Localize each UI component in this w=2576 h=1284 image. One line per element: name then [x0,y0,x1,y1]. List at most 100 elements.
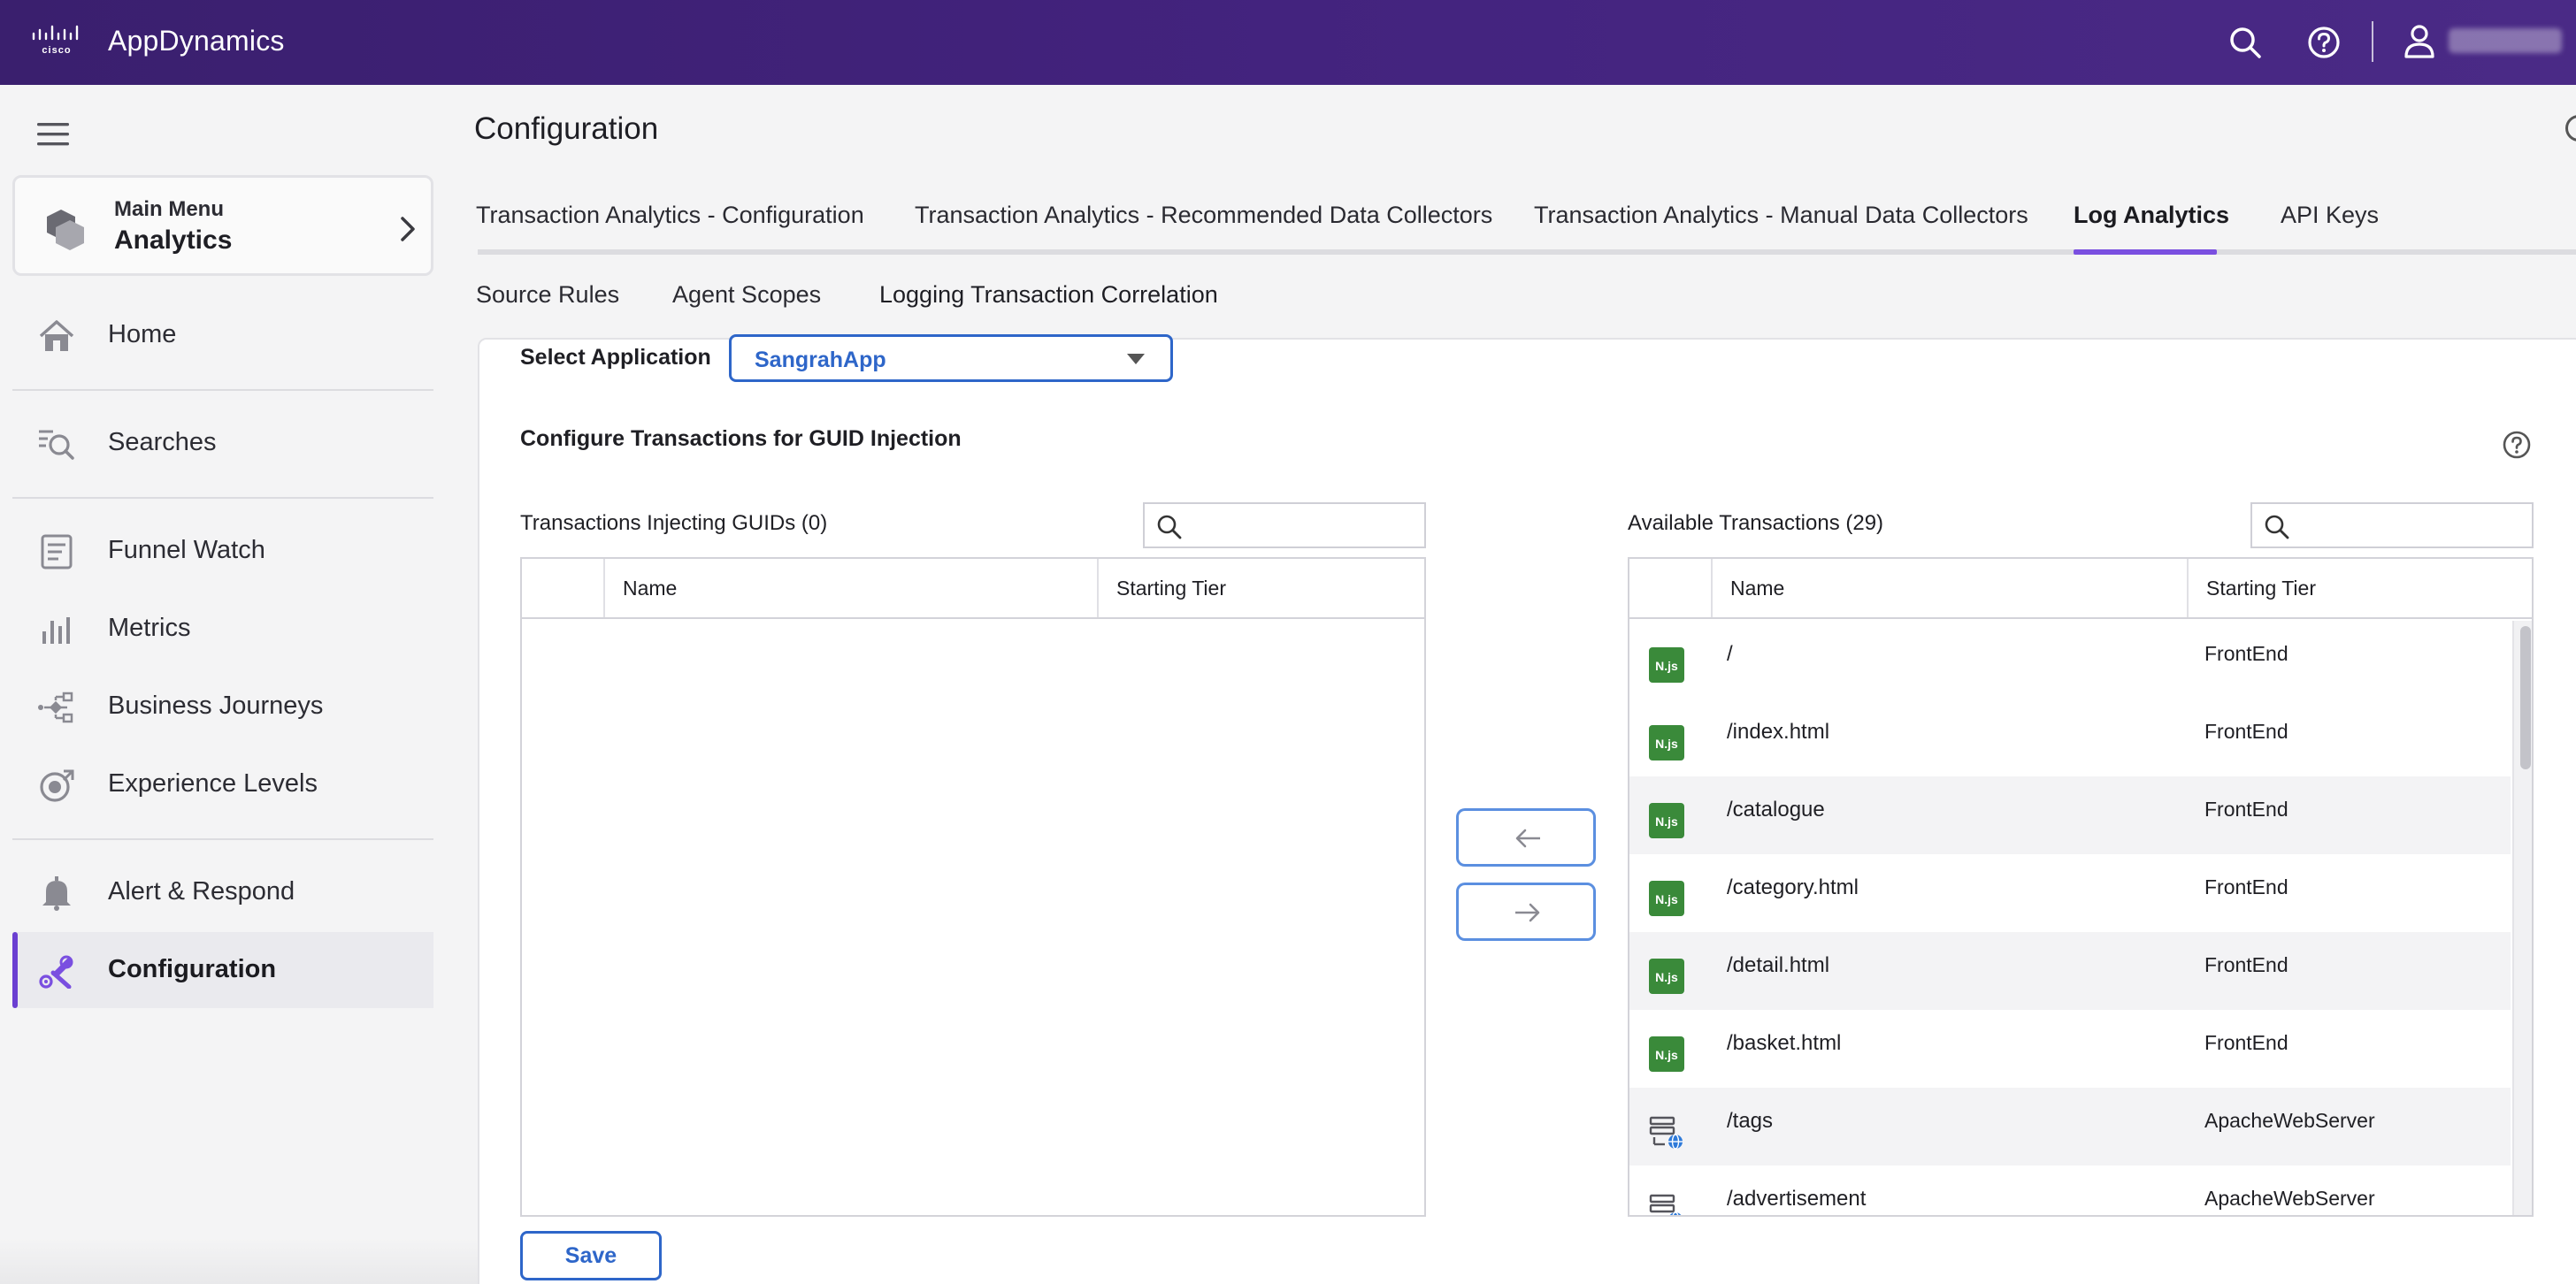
nodejs-icon: N.js [1649,881,1684,916]
nodejs-icon: N.js [1649,803,1684,838]
subtab-source-rules[interactable]: Source Rules [476,281,619,309]
sidebar-item-label: Experience Levels [108,769,318,798]
sidebar-item-metrics[interactable]: Metrics [12,591,433,667]
injecting-transactions-table: Name Starting Tier [520,557,1426,1217]
partial-circle-icon [2565,115,2576,141]
active-tab-indicator [2074,249,2217,255]
available-search-input[interactable] [2302,513,2523,539]
table-row[interactable]: N.js /catalogue FrontEnd [1629,776,2511,854]
sidebar-item-label: Alert & Respond [108,877,295,906]
nodejs-icon: N.js [1649,725,1684,760]
transaction-name: /category.html [1727,875,1859,899]
subtab-agent-scopes[interactable]: Agent Scopes [672,281,821,309]
table-row[interactable]: N.js / FrontEnd [1629,621,2511,699]
search-icon [2265,515,2289,539]
search-icon[interactable] [2227,25,2263,60]
nodejs-badge-text: N.js [1655,970,1678,984]
nodejs-badge-text: N.js [1655,1048,1678,1062]
table-row[interactable]: N.js /index.html FrontEnd [1629,699,2511,776]
sidebar-item-home[interactable]: Home [12,297,433,373]
transaction-tier: FrontEnd [2204,953,2288,976]
transaction-name: /detail.html [1727,953,1830,977]
configure-transactions-title: Configure Transactions for GUID Injectio… [520,426,962,451]
transaction-name: /index.html [1727,720,1830,744]
tab-transaction-analytics-manual-data-collectors[interactable]: Transaction Analytics - Manual Data Coll… [1534,202,2028,229]
sidebar-item-label: Business Journeys [108,692,324,720]
bottom-fade [0,1238,478,1284]
injecting-search-input[interactable] [1194,513,1415,539]
user-icon[interactable] [2402,23,2437,60]
arrow-left-icon [1515,829,1540,848]
nodejs-icon: N.js [1649,647,1684,683]
available-search[interactable] [2250,502,2534,548]
main-menu-switcher[interactable]: Main Menu Analytics [12,175,433,276]
scrollbar-thumb[interactable] [2520,626,2531,769]
app-name: AppDynamics [108,25,285,57]
bell-icon [42,876,71,911]
move-right-button[interactable] [1456,883,1596,941]
tab-transaction-analytics-recommended-data-collectors[interactable]: Transaction Analytics - Recommended Data… [915,202,1492,229]
main-menu-label: Main Menu [114,197,224,221]
subtab-logging-transaction-correlation[interactable]: Logging Transaction Correlation [879,281,1218,309]
sidebar-item-business-journeys[interactable]: Business Journeys [12,669,433,745]
funnel-page-icon [41,534,73,569]
tab-bar: Transaction Analytics - Configuration Tr… [474,196,2576,255]
help-icon[interactable] [2306,25,2342,60]
sidebar-item-label: Searches [108,428,217,456]
sidebar-item-label: Configuration [108,955,277,983]
main-menu-title: Analytics [114,225,233,255]
table-row[interactable]: N.js /detail.html FrontEnd [1629,932,2511,1010]
tab-api-keys[interactable]: API Keys [2281,202,2379,229]
table-scrollbar[interactable] [2512,621,2532,1215]
column-header-name[interactable]: Name [1711,559,2187,617]
transaction-tier: ApacheWebServer [2204,1109,2375,1132]
svg-text:cisco: cisco [42,45,71,56]
home-icon [39,320,74,351]
nodejs-badge-text: N.js [1655,659,1678,673]
save-button[interactable]: Save [520,1231,662,1280]
table-header: Name Starting Tier [522,559,1424,619]
transaction-name: /advertisement [1727,1187,1867,1211]
column-header-starting-tier[interactable]: Starting Tier [1097,559,1424,617]
web-server-icon [1649,1194,1682,1215]
transaction-tier: FrontEnd [2204,798,2288,821]
table-row[interactable]: N.js /basket.html FrontEnd [1629,1010,2511,1088]
table-row[interactable]: N.js /category.html FrontEnd [1629,854,2511,932]
top-bar-divider [2372,21,2373,62]
move-left-button[interactable] [1456,808,1596,867]
tab-transaction-analytics-configuration[interactable]: Transaction Analytics - Configuration [476,202,864,229]
search-icon [1157,515,1182,539]
nodejs-icon: N.js [1649,959,1684,994]
nodejs-icon: N.js [1649,1036,1684,1072]
sidebar: Main Menu Analytics Home Searches Funnel… [0,85,442,1284]
table-row[interactable]: /advertisement ApacheWebServer [1629,1166,2511,1215]
chevron-right-icon [401,217,415,241]
sidebar-item-searches[interactable]: Searches [12,405,433,481]
transaction-tier: FrontEnd [2204,875,2288,898]
tab-log-analytics[interactable]: Log Analytics [2074,202,2229,229]
column-header-name[interactable]: Name [603,559,1097,617]
transaction-tier: ApacheWebServer [2204,1187,2375,1210]
application-select[interactable]: SangrahApp [729,334,1173,382]
nodejs-badge-text: N.js [1655,737,1678,751]
available-transactions-table: Name Starting Tier N.js / FrontEnd N.js … [1628,557,2534,1217]
caret-down-icon [1127,354,1145,364]
sidebar-item-experience-levels[interactable]: Experience Levels [12,746,433,822]
hamburger-icon[interactable] [35,120,71,149]
gauge-icon [40,769,74,802]
sidebar-item-label: Metrics [108,614,191,642]
injecting-list-title: Transactions Injecting GUIDs (0) [520,511,828,535]
column-header-starting-tier[interactable]: Starting Tier [2187,559,2512,617]
sidebar-item-funnel-watch[interactable]: Funnel Watch [12,513,433,589]
sidebar-item-alert-respond[interactable]: Alert & Respond [12,854,433,930]
web-server-icon [1649,1116,1683,1150]
sidebar-item-label: Funnel Watch [108,536,265,564]
help-icon[interactable] [2502,430,2532,460]
sidebar-item-label: Home [108,320,177,348]
table-row[interactable]: /tags ApacheWebServer [1629,1088,2511,1166]
tab-bar-baseline [478,249,2576,255]
sidebar-item-configuration[interactable]: Configuration [12,932,433,1008]
sidebar-divider [12,497,433,499]
username-redacted[interactable] [2449,28,2562,53]
injecting-search[interactable] [1143,502,1426,548]
